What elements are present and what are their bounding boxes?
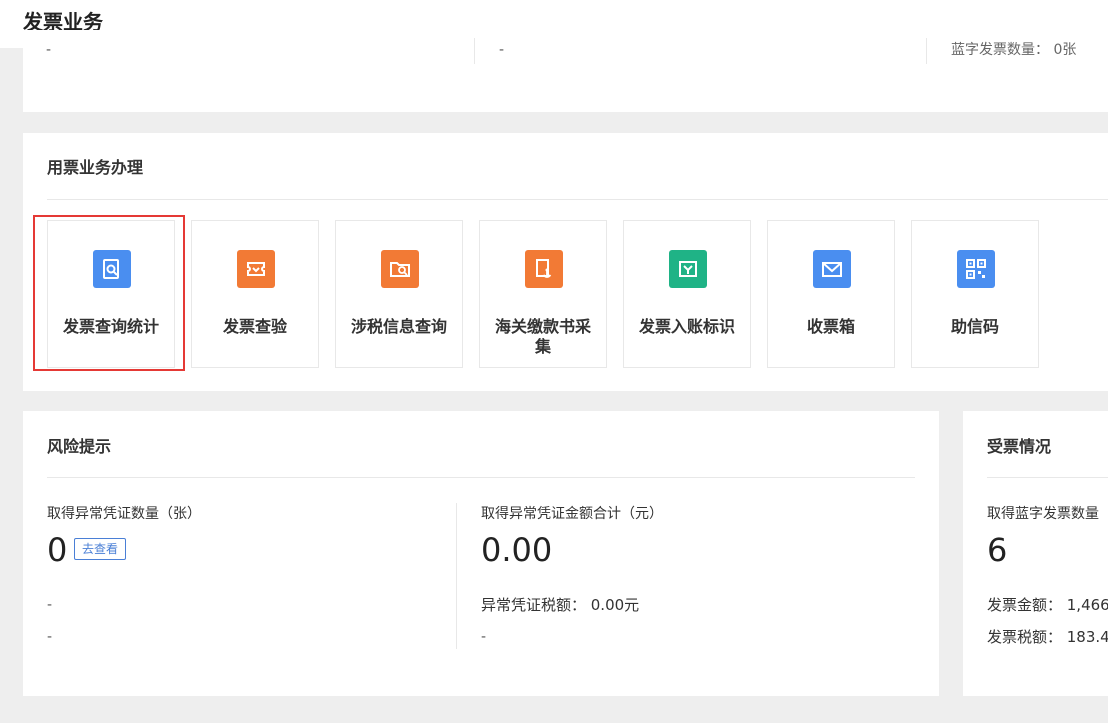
tile-receipt-box[interactable]: 收票箱 — [767, 220, 895, 368]
risk-right-dash: - — [481, 629, 487, 645]
business-card: 用票业务办理 发票查询统计 发票查验 涉税信息查询 海关缴款书采集 发票入账标识 — [23, 133, 1108, 391]
tile-label: 收票箱 — [806, 317, 855, 336]
receive-title: 受票情况 — [987, 437, 1052, 456]
tile-credit-code[interactable]: 助信码 — [911, 220, 1039, 368]
tile-customs-payment-collect[interactable]: 海关缴款书采集 — [479, 220, 607, 368]
invoice-search-icon — [93, 250, 131, 288]
view-button[interactable]: 去查看 — [74, 538, 126, 560]
download-tray-icon — [669, 250, 707, 288]
divider — [47, 199, 1108, 200]
tile-tax-info-query[interactable]: 涉税信息查询 — [335, 220, 463, 368]
tile-label: 助信码 — [950, 317, 999, 336]
tile-invoice-query-stats[interactable]: 发票查询统计 — [47, 220, 175, 368]
risk-left-dash-1: - — [47, 597, 53, 613]
blue-invoice-count-label: 取得蓝字发票数量 — [987, 506, 1099, 522]
tile-invoice-entry-mark[interactable]: 发票入账标识 — [623, 220, 751, 368]
tile-label: 涉税信息查询 — [350, 317, 447, 336]
risk-left-dash-2: - — [47, 629, 53, 645]
abnormal-tax-amount: 异常凭证税额： 0.00元 — [481, 596, 640, 614]
divider — [987, 477, 1108, 478]
anchor-document-icon — [525, 250, 563, 288]
tile-invoice-verify[interactable]: 发票查验 — [191, 220, 319, 368]
invoice-amount: 发票金额： 1,466 — [987, 596, 1108, 614]
risk-title: 风险提示 — [47, 437, 112, 456]
mail-icon — [813, 250, 851, 288]
tile-label: 发票查验 — [222, 317, 287, 336]
summary-cell-1: - — [46, 42, 52, 58]
qr-code-icon — [957, 250, 995, 288]
summary-cell-2: - — [499, 42, 505, 58]
folder-search-icon — [381, 250, 419, 288]
abnormal-amount-value: 0.00 — [481, 531, 553, 569]
tile-label: 发票查询统计 — [62, 317, 159, 336]
divider — [474, 38, 475, 64]
risk-card: 风险提示 取得异常凭证数量（张） 0 去查看 - - 取得异常凭证金额合计（元）… — [23, 411, 939, 696]
tile-label: 海关缴款书采集 — [494, 317, 591, 356]
receive-card: 受票情况 取得蓝字发票数量 6 发票金额： 1,466 发票税额： 183.4 — [963, 411, 1108, 696]
summary-card: - - 蓝字发票数量： 0张 — [23, 30, 1108, 112]
ticket-verify-icon — [237, 250, 275, 288]
divider — [456, 503, 457, 649]
divider — [926, 38, 927, 64]
blue-invoice-count: 蓝字发票数量： 0张 — [951, 42, 1077, 58]
invoice-tax: 发票税额： 183.4 — [987, 628, 1108, 646]
blue-invoice-count-value: 6 — [987, 531, 1008, 569]
divider — [47, 477, 915, 478]
tile-label: 发票入账标识 — [638, 317, 735, 336]
abnormal-count-label: 取得异常凭证数量（张） — [47, 506, 201, 522]
abnormal-amount-label: 取得异常凭证金额合计（元） — [481, 506, 663, 522]
abnormal-count-value: 0 — [47, 531, 68, 569]
business-title: 用票业务办理 — [47, 158, 144, 177]
